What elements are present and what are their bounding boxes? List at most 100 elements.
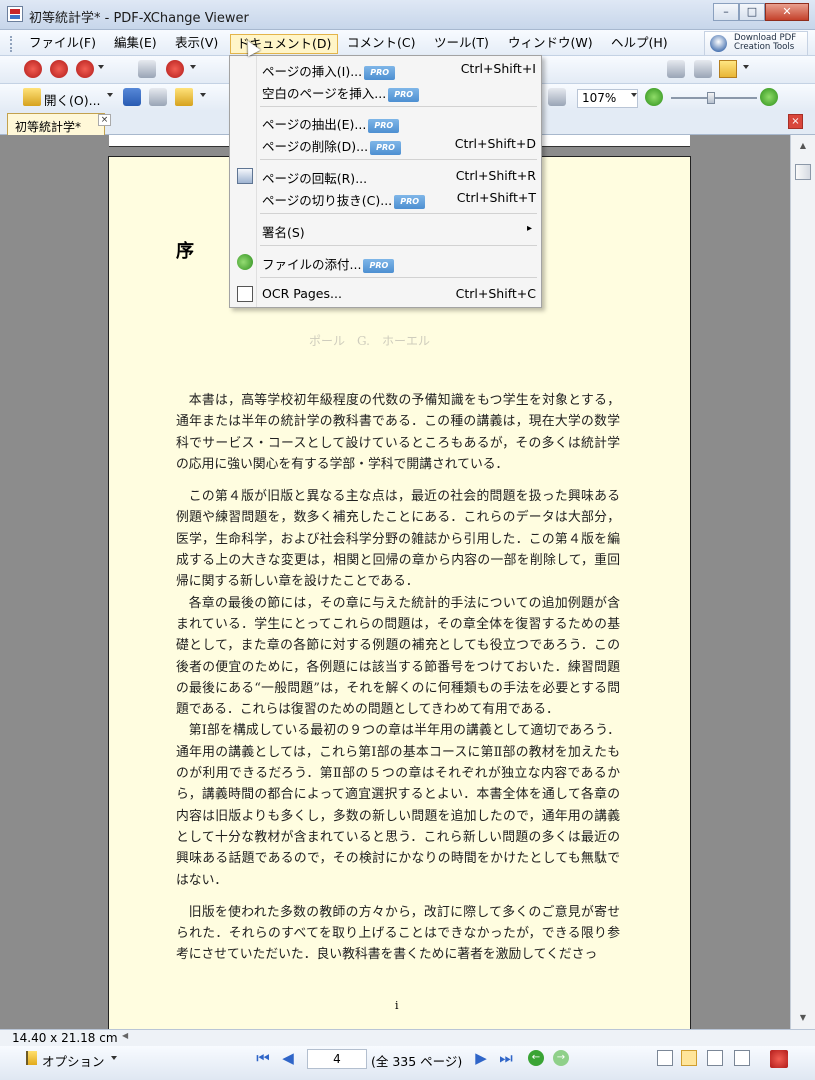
save-icon[interactable] (123, 88, 141, 106)
fit-page-icon[interactable] (548, 88, 566, 106)
download-pdf-tools-button[interactable]: Download PDF Creation Tools (704, 31, 808, 56)
menu-item-label: 署名(S) (262, 225, 305, 240)
no-entry-icon[interactable] (76, 60, 94, 78)
menu-comment[interactable]: コメント(C) (341, 34, 421, 54)
previous-page-icon[interactable]: ◀ (280, 1050, 296, 1066)
menu-item-label: ページの抽出(E)... (262, 117, 367, 132)
continuous-view-icon[interactable] (681, 1050, 697, 1066)
menu-item-shortcut: Ctrl+Shift+I (460, 61, 536, 76)
status-bar: 14.40 x 21.18 cm ◀ (0, 1029, 815, 1046)
glasses-icon[interactable] (138, 60, 156, 78)
menu-item-label: ページの回転(R)... (262, 171, 368, 186)
close-button[interactable]: ✕ (765, 3, 809, 21)
chevron-down-icon[interactable] (743, 65, 749, 69)
chevron-down-icon[interactable] (631, 93, 637, 97)
vertical-scrollbar[interactable]: ▲ ▼ (790, 135, 815, 1029)
continuous-facing-view-icon[interactable] (734, 1050, 750, 1066)
menu-crop-pages[interactable]: ページの切り抜き(C)... PRO Ctrl+Shift+T (232, 187, 539, 209)
download-icon (710, 35, 727, 52)
menu-grip (10, 36, 14, 52)
pro-badge-icon: PRO (363, 258, 395, 273)
menu-file[interactable]: ファイル(F) (23, 34, 102, 54)
options-button[interactable]: オプション (42, 1051, 105, 1070)
typewriter-icon[interactable] (24, 60, 42, 78)
menu-item-label: ページの切り抜き(C)... (262, 193, 393, 208)
pro-badge-icon: PRO (394, 194, 426, 209)
menu-help[interactable]: ヘルプ(H) (605, 34, 674, 54)
pro-badge-icon: PRO (370, 140, 402, 155)
rotate-page-icon (237, 168, 253, 184)
navigation-bar: オプション ⏮ ◀ 4 (全 335 ページ) ▶ ⏭ ← → (0, 1046, 815, 1080)
menu-separator (260, 213, 537, 214)
package-icon[interactable] (175, 88, 193, 106)
page-heading: 序 (176, 241, 194, 262)
scroll-down-icon[interactable]: ▼ (797, 1013, 809, 1023)
pdf-icon[interactable] (770, 1050, 788, 1068)
minimize-button[interactable]: – (713, 3, 739, 21)
scrollbar-thumb[interactable] (795, 164, 811, 180)
pro-badge-icon: PRO (368, 118, 400, 133)
menu-item-label: ページの削除(D)... (262, 139, 369, 154)
facing-view-icon[interactable] (707, 1050, 723, 1066)
menu-rotate-pages[interactable]: ページの回転(R)... Ctrl+Shift+R (232, 165, 539, 187)
text-select-icon[interactable] (719, 60, 737, 78)
snapshot-icon[interactable] (694, 60, 712, 78)
chevron-down-icon[interactable] (111, 1056, 117, 1060)
menu-bar: ファイル(F) 編集(E) 表示(V) ドキュメント(D) コメント(C) ツー… (0, 30, 815, 56)
menu-insert-pages[interactable]: ページの挿入(I)... PRO Ctrl+Shift+I (232, 58, 539, 80)
chevron-down-icon[interactable] (190, 65, 196, 69)
chevron-down-icon[interactable] (200, 93, 206, 97)
zoom-input[interactable]: 107% (577, 89, 638, 108)
next-page-icon[interactable]: ▶ (473, 1050, 489, 1066)
pro-badge-icon: PRO (388, 87, 420, 102)
menu-extract-pages[interactable]: ページの抽出(E)... PRO (232, 111, 539, 133)
pro-badge-icon: PRO (364, 65, 396, 80)
open-folder-icon[interactable] (23, 88, 41, 106)
menu-item-label: 空白のページを挿入... (262, 86, 387, 101)
page-paragraph: 各章の最後の節には，その章に与えた統計的手法についての追加例題が含まれている．学… (176, 595, 620, 718)
page-number: i (395, 999, 399, 1012)
menu-delete-pages[interactable]: ページの削除(D)... PRO Ctrl+Shift+D (232, 133, 539, 155)
ocr-icon (237, 286, 253, 302)
open-button[interactable]: 開く(O)... (44, 90, 101, 109)
maximize-button[interactable]: □ (739, 3, 765, 21)
menu-tools[interactable]: ツール(T) (428, 34, 495, 54)
menu-signature[interactable]: 署名(S) ▸ (232, 219, 539, 241)
menu-edit[interactable]: 編集(E) (108, 34, 163, 54)
menu-item-shortcut: Ctrl+Shift+C (455, 286, 536, 301)
forward-icon[interactable]: → (553, 1050, 569, 1066)
scroll-left-icon[interactable]: ◀ (122, 1031, 128, 1040)
menu-separator (260, 245, 537, 246)
chevron-down-icon[interactable] (107, 93, 113, 97)
menu-view[interactable]: 表示(V) (169, 34, 224, 54)
document-tab[interactable]: 初等統計学* × (7, 113, 111, 135)
chevron-down-icon[interactable] (98, 65, 104, 69)
zoom-slider-thumb[interactable] (707, 92, 715, 104)
print-icon[interactable] (149, 88, 167, 106)
zoom-out-icon[interactable] (645, 88, 663, 106)
app-icon (7, 6, 23, 22)
document-tab-title: 初等統計学* (15, 120, 82, 134)
panel-close-icon[interactable]: × (788, 114, 803, 129)
hand-tool-icon[interactable] (667, 60, 685, 78)
first-page-icon[interactable]: ⏮ (255, 1050, 271, 1066)
stamp-icon[interactable] (50, 60, 68, 78)
spell-check-icon[interactable] (166, 60, 184, 78)
scroll-up-icon[interactable]: ▲ (797, 141, 809, 151)
menu-window[interactable]: ウィンドウ(W) (502, 34, 599, 54)
page-total-label: (全 335 ページ) (371, 1054, 463, 1069)
page-number-input[interactable]: 4 (307, 1049, 367, 1069)
back-icon[interactable]: ← (528, 1050, 544, 1066)
menu-item-shortcut: Ctrl+Shift+R (455, 168, 536, 183)
menu-item-shortcut: Ctrl+Shift+D (454, 136, 536, 151)
menu-separator (260, 106, 537, 107)
zoom-in-icon[interactable] (760, 88, 778, 106)
submenu-arrow-icon: ▸ (526, 223, 532, 234)
window-title: 初等統計学* - PDF-XChange Viewer (29, 11, 249, 26)
menu-ocr-pages[interactable]: OCR Pages... Ctrl+Shift+C (232, 283, 539, 305)
single-page-view-icon[interactable] (657, 1050, 673, 1066)
menu-insert-blank-page[interactable]: 空白のページを挿入... PRO (232, 80, 539, 102)
last-page-icon[interactable]: ⏭ (498, 1050, 514, 1066)
menu-attach-file[interactable]: ファイルの添付... PRO (232, 251, 539, 273)
tab-close-icon[interactable]: × (98, 114, 111, 126)
